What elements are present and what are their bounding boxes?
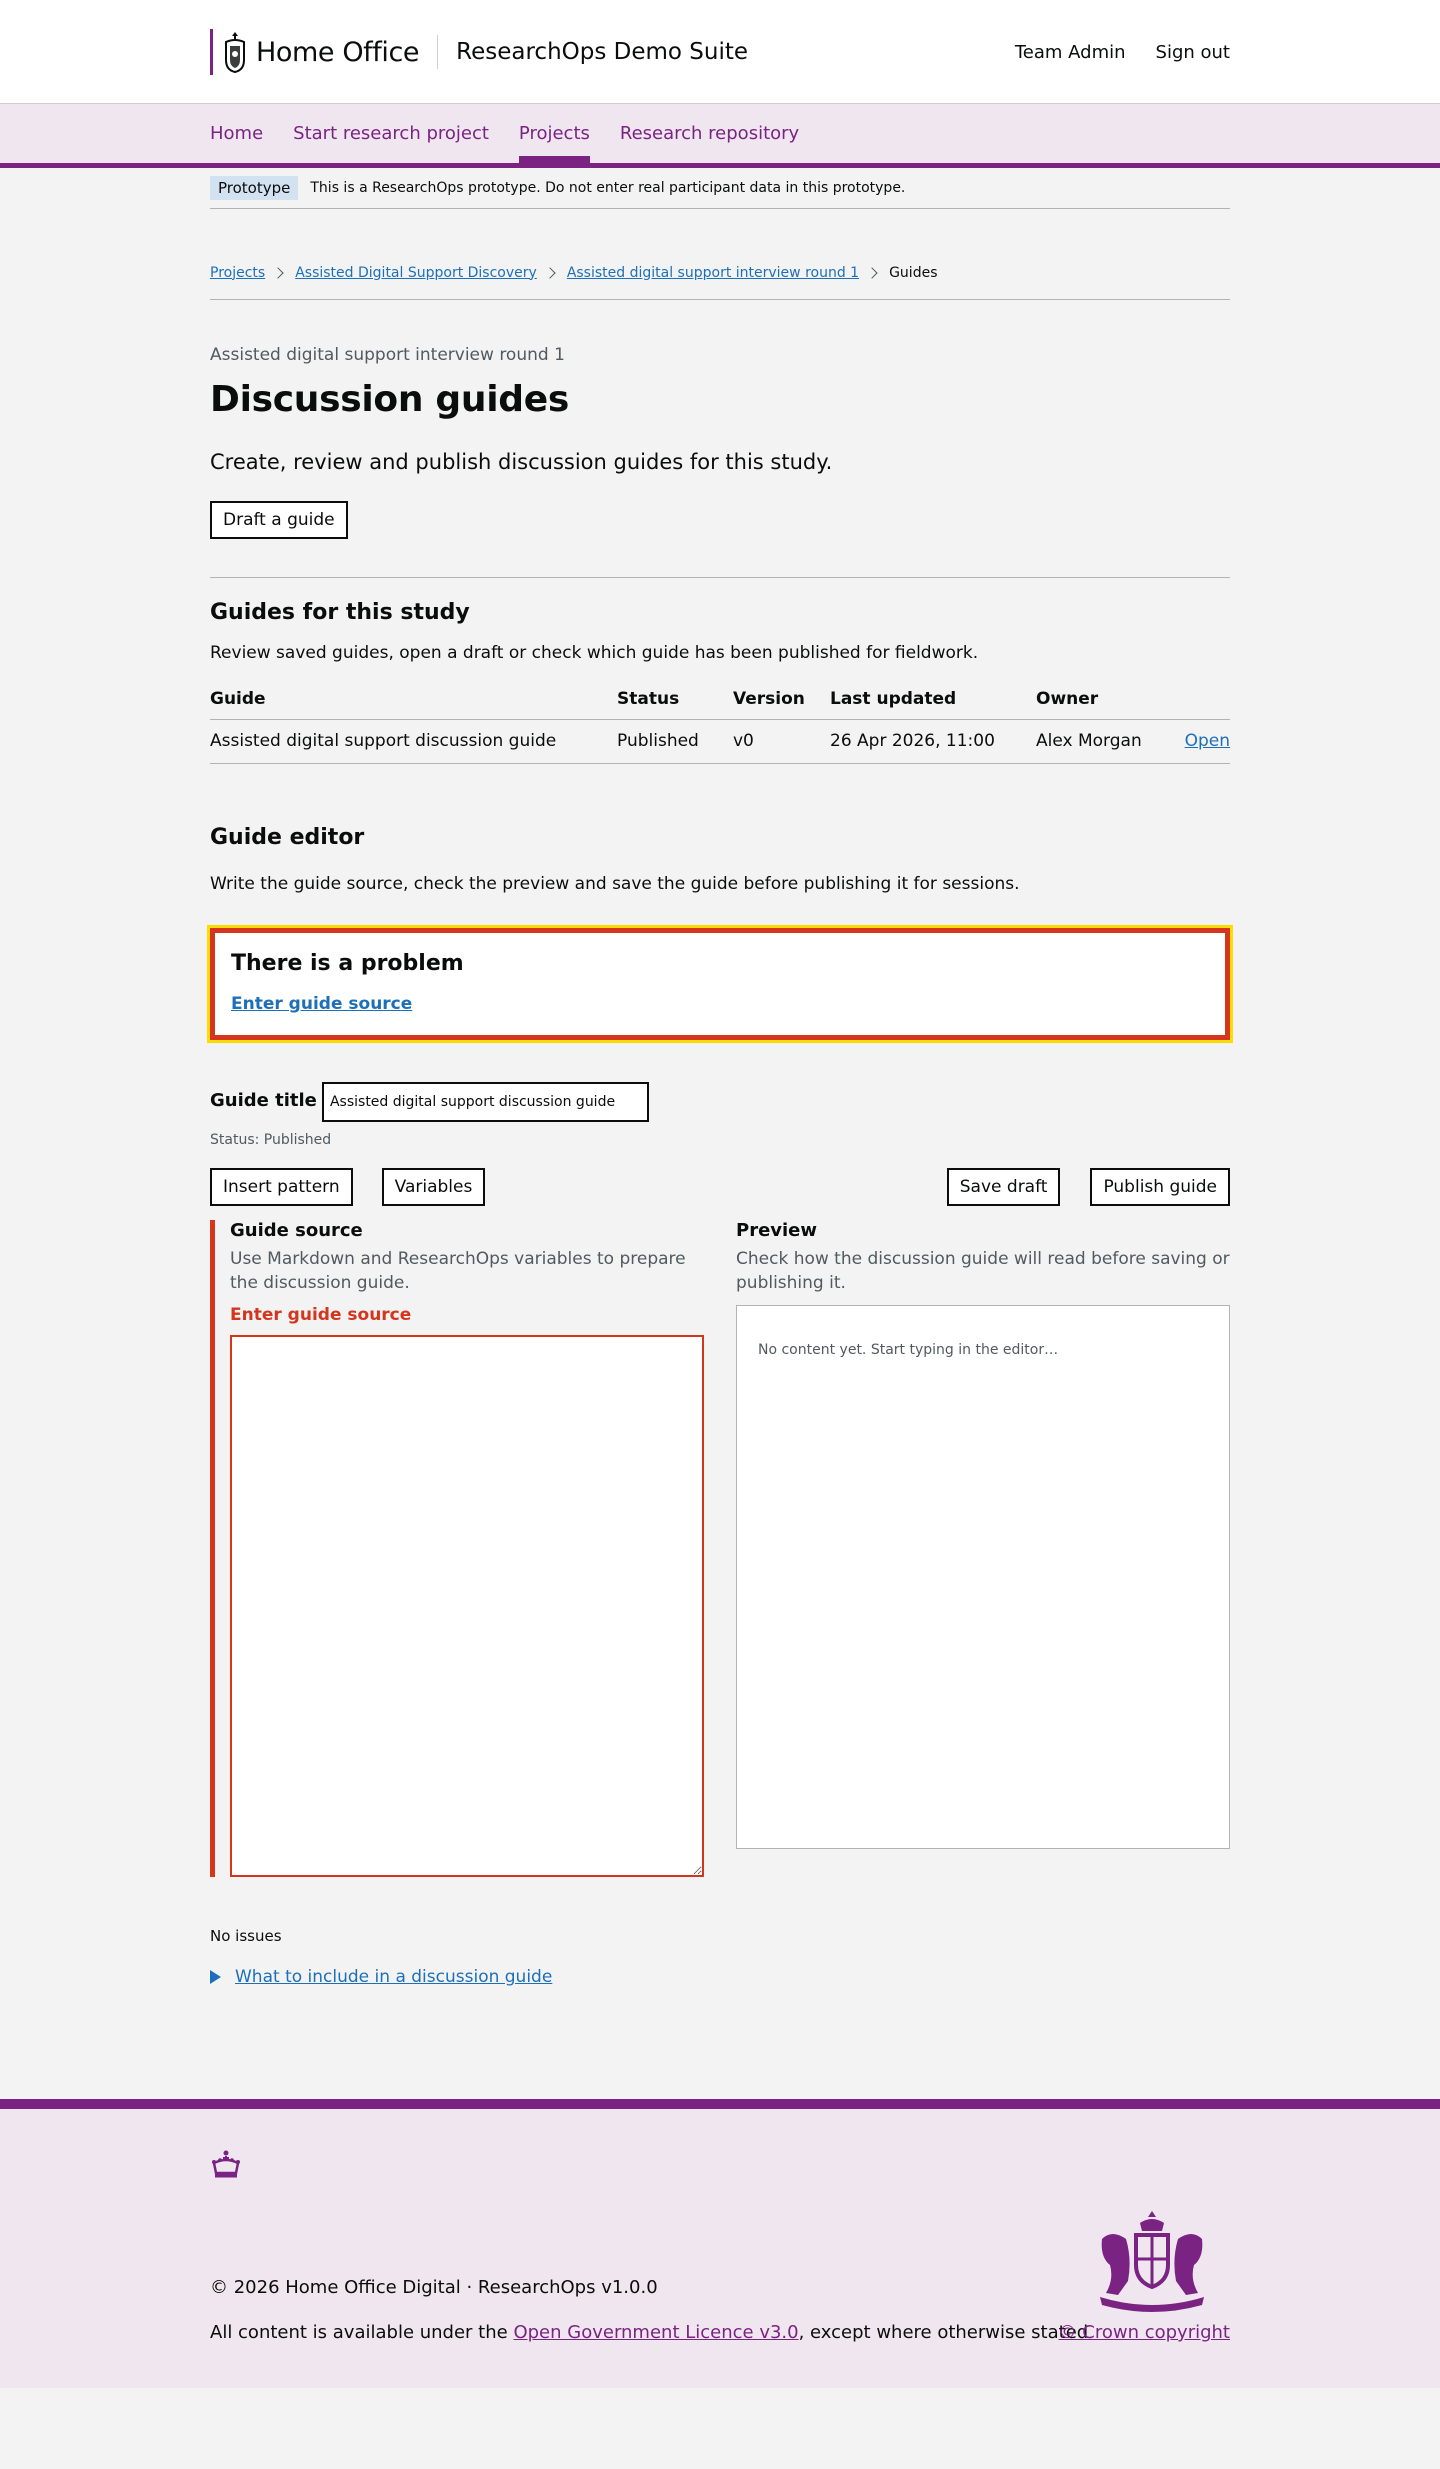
crown-icon [212, 2150, 240, 2178]
footer-licence: All content is available under the Open … [210, 2322, 1088, 2343]
preview-hint: Check how the discussion guide will read… [736, 1249, 1230, 1293]
error-summary: There is a problem Enter guide source [207, 925, 1233, 1043]
guides-table: Guide Status Version Last updated Owner … [210, 689, 1230, 764]
details-summary-link[interactable]: What to include in a discussion guide [235, 1967, 552, 1987]
chevron-right-icon [272, 266, 284, 279]
primary-navigation: Home Start research project Projects Res… [0, 104, 1440, 168]
column-header-last-updated: Last updated [830, 689, 1036, 720]
insert-pattern-button[interactable]: Insert pattern [210, 1168, 353, 1206]
column-header-version: Version [733, 689, 830, 720]
nav-item-home[interactable]: Home [210, 104, 263, 163]
open-government-licence-link[interactable]: Open Government Licence v3.0 [513, 2322, 798, 2343]
breadcrumb-projects[interactable]: Projects [210, 265, 265, 281]
guide-owner-cell: Alex Morgan [1036, 719, 1177, 764]
org-name: Home Office [256, 36, 420, 68]
column-header-guide: Guide [210, 689, 617, 720]
guide-source-hint: Use Markdown and ResearchOps variables t… [230, 1249, 686, 1293]
phase-banner-text: This is a ResearchOps prototype. Do not … [310, 180, 906, 196]
crown-copyright-link[interactable]: © Crown copyright [1059, 2322, 1230, 2343]
column-header-action [1177, 689, 1230, 720]
main-content: Prototype This is a ResearchOps prototyp… [207, 168, 1233, 1987]
guide-version-cell: v0 [733, 719, 830, 764]
issues-status: No issues [210, 1927, 282, 1945]
publish-guide-button[interactable]: Publish guide [1090, 1168, 1230, 1206]
nav-item-projects[interactable]: Projects [518, 104, 590, 163]
guide-action-cell: Open [1177, 719, 1230, 764]
breadcrumb-project[interactable]: Assisted Digital Support Discovery [295, 265, 537, 281]
editor-panes: Guide source Use Markdown and ResearchOp… [210, 1220, 1230, 1877]
footer-copyright: © 2026 Home Office Digital · ResearchOps… [210, 2277, 658, 2298]
guides-description: Review saved guides, open a draft or che… [210, 643, 979, 663]
licence-suffix: , except where otherwise stated [798, 2322, 1089, 2343]
guide-status-hint: Status: Published [210, 1132, 332, 1148]
guide-source-group: Guide source Use Markdown and ResearchOp… [210, 1220, 704, 1877]
sign-out-link[interactable]: Sign out [1156, 42, 1230, 63]
open-guide-link[interactable]: Open [1185, 731, 1230, 751]
home-office-crest-icon [225, 32, 245, 74]
table-header-row: Guide Status Version Last updated Owner [210, 689, 1230, 720]
guide-name-cell: Assisted digital support discussion guid… [210, 719, 617, 764]
account-links: Team Admin Sign out [1015, 42, 1230, 63]
team-admin-link[interactable]: Team Admin [1015, 42, 1126, 63]
editor-description: Write the guide source, check the previe… [210, 874, 1020, 894]
editor-heading: Guide editor [210, 825, 365, 850]
preview-panel: No content yet. Start typing in the edit… [736, 1305, 1230, 1849]
breadcrumb-study[interactable]: Assisted digital support interview round… [567, 265, 859, 281]
breadcrumb-current: Guides [889, 264, 938, 281]
error-summary-link[interactable]: Enter guide source [231, 994, 412, 1014]
guide-source-textarea[interactable] [230, 1335, 704, 1877]
section-divider [210, 577, 1230, 578]
guide-title-field: Guide title Status: Published [210, 1074, 1230, 1148]
chevron-right-icon [544, 266, 556, 279]
guide-source-error: Enter guide source [230, 1305, 412, 1325]
preview-group: Preview Check how the discussion guide w… [736, 1220, 1230, 1877]
triangle-right-icon [210, 1970, 221, 1984]
guide-title-input[interactable] [321, 1082, 649, 1122]
preview-empty-text: No content yet. Start typing in the edit… [758, 1342, 1059, 1358]
preview-label: Preview [736, 1220, 818, 1241]
service-name[interactable]: ResearchOps Demo Suite [456, 39, 748, 65]
site-header: Home Office ResearchOps Demo Suite Team … [0, 0, 1440, 104]
site-footer: © 2026 Home Office Digital · ResearchOps… [0, 2099, 1440, 2388]
save-draft-button[interactable]: Save draft [946, 1168, 1061, 1206]
chevron-right-icon [866, 266, 878, 279]
guide-editor-section: Guide editor Write the guide source, che… [207, 825, 1233, 1987]
breadcrumb: Projects Assisted Digital Support Discov… [210, 209, 1230, 300]
page-caption: Assisted digital support interview round… [210, 345, 565, 365]
nav-item-start-research-project[interactable]: Start research project [293, 104, 489, 163]
royal-coat-of-arms-icon [1100, 2211, 1204, 2312]
guides-heading: Guides for this study [210, 600, 470, 625]
guide-status-cell: Published [617, 719, 733, 764]
column-header-owner: Owner [1036, 689, 1177, 720]
prototype-tag: Prototype [210, 176, 299, 200]
nav-item-research-repository[interactable]: Research repository [620, 104, 799, 163]
draft-guide-button[interactable]: Draft a guide [210, 501, 348, 539]
error-summary-title: There is a problem [231, 951, 464, 976]
page-title: Discussion guides [210, 379, 569, 420]
guides-section: Guides for this study Review saved guide… [210, 600, 1230, 764]
licence-prefix: All content is available under the [210, 2322, 514, 2343]
guide-updated-cell: 26 Apr 2026, 11:00 [830, 719, 1036, 764]
header-divider [437, 35, 439, 69]
guidance-details[interactable]: What to include in a discussion guide [210, 1967, 1230, 1987]
table-row: Assisted digital support discussion guid… [210, 719, 1230, 764]
home-office-logo[interactable]: Home Office [210, 29, 420, 75]
page-lead: Create, review and publish discussion gu… [210, 450, 833, 474]
guide-title-label: Guide title [210, 1090, 317, 1111]
variables-button[interactable]: Variables [381, 1168, 486, 1206]
guide-source-label: Guide source [230, 1220, 363, 1241]
editor-toolbar: Insert pattern Variables Save draft Publ… [210, 1168, 1230, 1206]
column-header-status: Status [617, 689, 733, 720]
phase-banner: Prototype This is a ResearchOps prototyp… [210, 168, 1230, 209]
